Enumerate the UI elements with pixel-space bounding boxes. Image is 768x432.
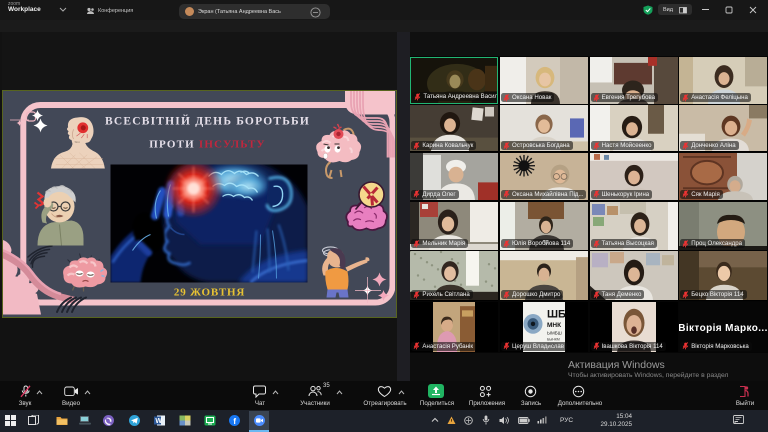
svg-text:ВСЕСВІТНІЙ ДЕНЬ БОРОТЬБИ: ВСЕСВІТНІЙ ДЕНЬ БОРОТЬБИ (105, 114, 310, 128)
svg-text:МНК: МНК (547, 322, 562, 329)
svg-text:ПРОТИ ІНСУЛЬТУ: ПРОТИ ІНСУЛЬТУ (149, 139, 266, 151)
svg-text:29 ЖОВТНЯ: 29 ЖОВТНЯ (174, 287, 245, 299)
svg-text:ШБ: ШБ (547, 309, 566, 321)
svg-text:ЫМБШ: ЫМБШ (547, 331, 562, 336)
svg-text:Stro: Stro (74, 140, 80, 144)
svg-text:Вікторія Марко...: Вікторія Марко... (679, 323, 767, 334)
svg-text:W: W (155, 418, 162, 425)
